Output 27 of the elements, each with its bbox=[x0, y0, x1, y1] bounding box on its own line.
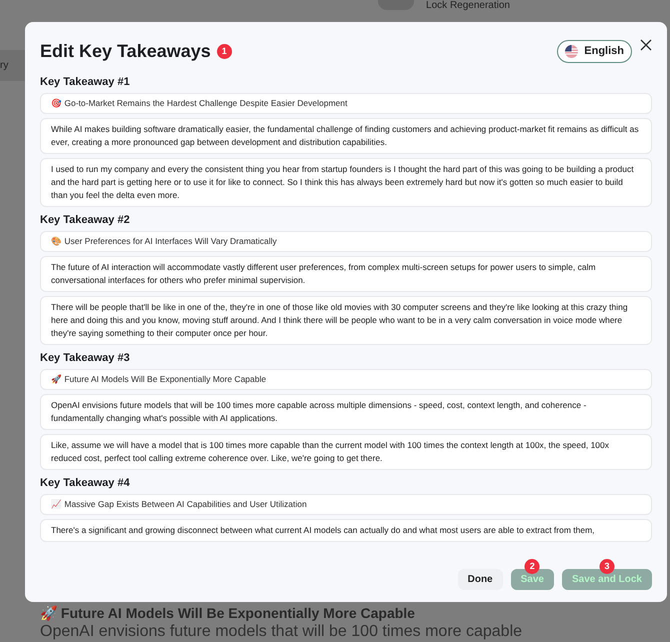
title-field[interactable]: 🎨 User Preferences for AI Interfaces Will Vary Dramatically bbox=[40, 231, 652, 252]
title-field[interactable]: 🎯 Go-to-Market Remains the Hardest Challenge Despite Easier Development bbox=[40, 93, 652, 114]
summary-field[interactable]: There's a significant and growing disconnect between what current AI models can actually do and what most users are able to extract from them, bbox=[40, 519, 652, 542]
section-heading: 🚀 Future AI Models Will Be Exponentially More Capable bbox=[40, 605, 416, 622]
title-field[interactable]: 🚀 Future AI Models Will Be Exponentially More Capable bbox=[40, 369, 652, 390]
takeaway-label: Key Takeaway #3 bbox=[40, 351, 131, 365]
language-selector[interactable]: English bbox=[557, 40, 632, 63]
summary-field[interactable]: The future of AI interaction will accommodate vastly different user preferences, from complex multi-screen setups for power users to simple, calm conversational interfaces for others who prefer minimal supervision. bbox=[40, 256, 652, 292]
count-badge: 2 bbox=[524, 559, 540, 574]
quote-field[interactable]: Like, assume we will have a model that is 100 times more capable than the current model with 100 times the context length at 100x, the speed, 100x reduced cost, perfect tool calling extreme coherence over. Like, we're going to get there. bbox=[40, 434, 652, 470]
takeaway-label: Key Takeaway #1 bbox=[40, 75, 131, 89]
done-button[interactable]: Done bbox=[458, 569, 503, 590]
quote-field[interactable]: I used to run my company and every the consistent thing you hear from startup founders is I thought the hard part of this was going to be building a product and the hard part is getting here or to use it for like to connect. So I think this has always been extremely hard but now it's gotten so much easier to build than you feel the delta even more. bbox=[40, 158, 652, 207]
dialog-title: Edit Key Takeaways bbox=[40, 40, 211, 63]
quote-field[interactable]: There will be people that'll be like in one of the, they're in one of those like old movies with 30 computer screens and they're like looking at this crazy thing here and doing this and you know, moving stuff around. And I think there will be people who want to be in a very calm conversation in voice mode where they're saying something to their computer once per hour. bbox=[40, 296, 652, 345]
count-badge: 1 bbox=[216, 44, 232, 59]
takeaway-label: Key Takeaway #2 bbox=[40, 213, 131, 227]
close-button[interactable] bbox=[640, 38, 652, 50]
flag-icon bbox=[565, 45, 578, 58]
section-paragraph: OpenAI envisions future models that will be 100 times more capable bbox=[40, 622, 524, 642]
summary-field[interactable]: While AI makes building software dramatically easier, the fundamental challenge of finding customers and achieving product-market fit remains as difficult as ever, creating a more pronounced gap between development and distribution capabilities. bbox=[40, 118, 652, 154]
title-field[interactable]: 📈 Massive Gap Exists Between AI Capabilities and User Utilization bbox=[40, 494, 652, 515]
takeaway-label: Key Takeaway #4 bbox=[40, 476, 131, 490]
summary-field[interactable]: OpenAI envisions future models that will be 100 times more capable across multiple dimensions - speed, cost, context length, and coherence - fundamentally changing what's possible with AI applications. bbox=[40, 394, 652, 430]
count-badge: 3 bbox=[599, 559, 614, 574]
toggle-label: Lock Regeneration bbox=[426, 0, 510, 12]
close-icon bbox=[640, 38, 652, 50]
